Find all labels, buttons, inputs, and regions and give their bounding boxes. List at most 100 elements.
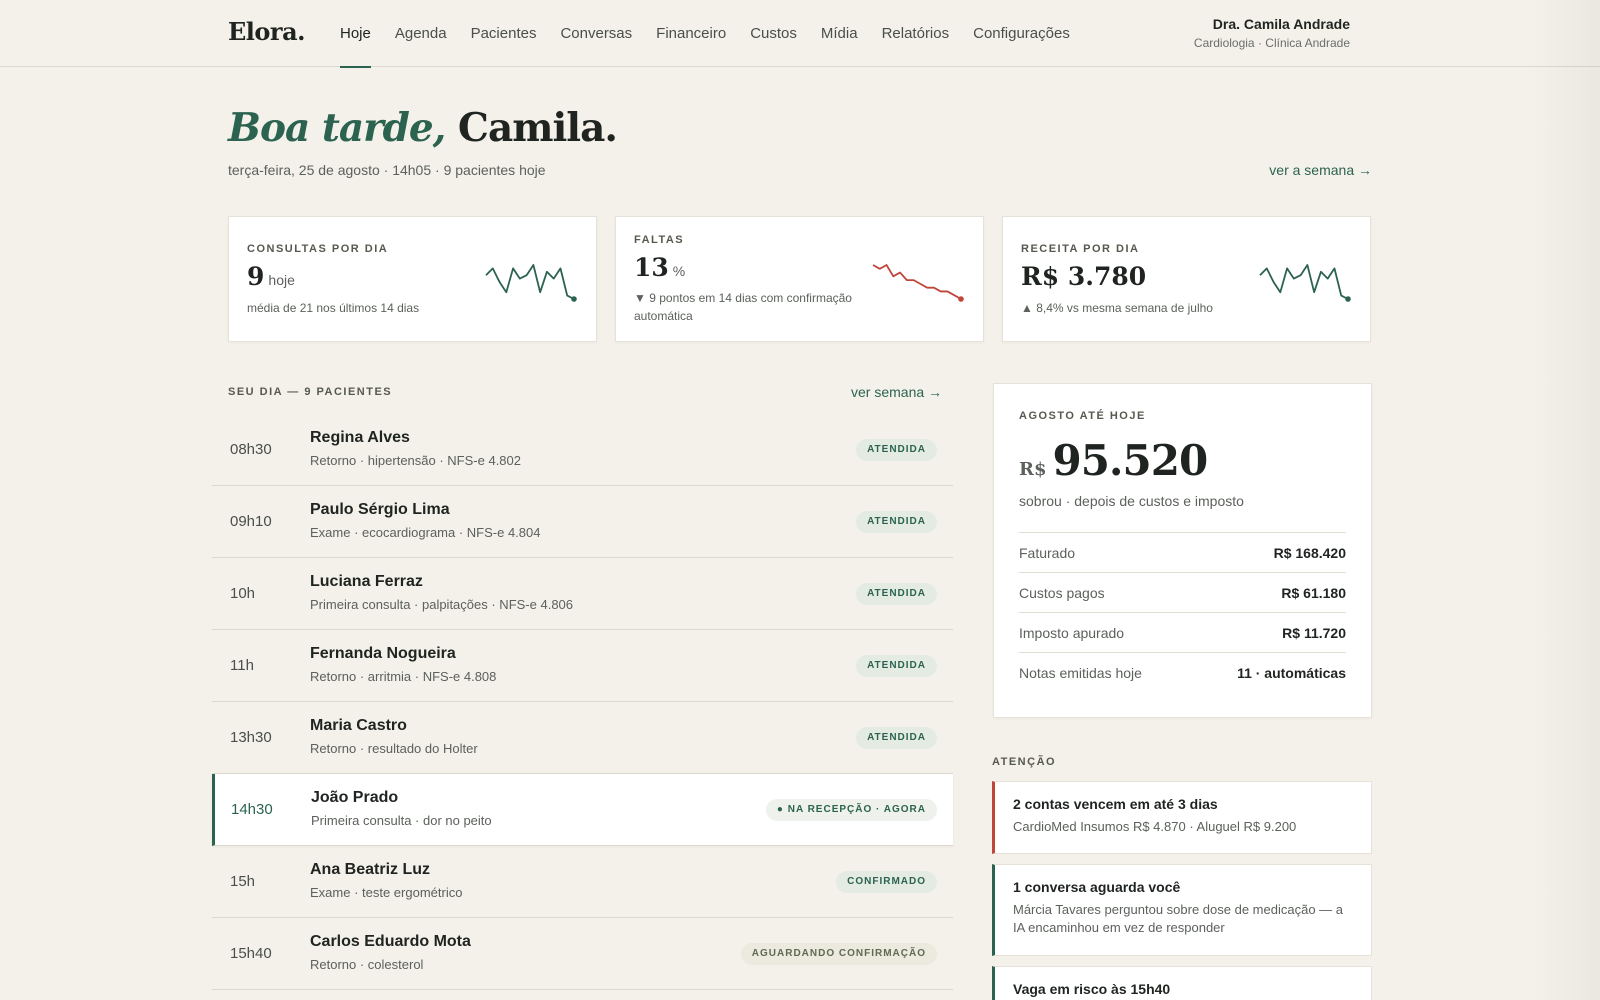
- nav-item-midia[interactable]: Mídia: [809, 0, 870, 67]
- summary-row-label: Custos pagos: [1019, 584, 1105, 601]
- summary-row-value: R$ 61.180: [1281, 584, 1346, 601]
- nav-item-configuracoes[interactable]: Configurações: [961, 0, 1082, 67]
- appointment-time: 13h30: [230, 729, 272, 746]
- summary-row-label: Notas emitidas hoje: [1019, 664, 1142, 681]
- sparkline-path: [485, 264, 575, 300]
- summary-amount: R$ 95.520: [1019, 436, 1208, 485]
- patient-name: Ana Beatriz Luz: [310, 861, 431, 878]
- top-navigation-bar: Elora. Hoje Agenda Pacientes Conversas F…: [0, 0, 1600, 68]
- summary-subtitle: sobrou · depois de custos e imposto: [1019, 493, 1244, 509]
- appointment-list: 08h30 Regina Alves Retorno · hipertensão…: [212, 414, 953, 990]
- summary-row-label: Faturado: [1019, 544, 1076, 561]
- date-subline: terça-feira, 25 de agosto · 14h05 · 9 pa…: [228, 162, 546, 178]
- appointment-description: Exame · ecocardiograma · NFS-e 4.804: [310, 525, 541, 540]
- appointment-time: 15h: [230, 873, 256, 890]
- status-badge: CONFIRMADO: [836, 871, 937, 893]
- appointment-description: Retorno · arritmia · NFS-e 4.808: [310, 669, 497, 684]
- alert-slot-at-risk[interactable]: Vaga em risco às 15h40: [992, 966, 1372, 1000]
- appointment-time: 11h: [230, 657, 254, 674]
- sparkline-path: [1259, 264, 1349, 300]
- view-week-link[interactable]: ver a semana →: [1269, 162, 1372, 178]
- greeting-heading: Boa tarde, Camila.: [228, 105, 618, 151]
- sparkline-end-dot: [571, 296, 577, 302]
- user-profile[interactable]: Dra. Camila Andrade Cardiologia · Clínic…: [1194, 16, 1350, 50]
- kpi-note: ▲ 8,4% vs mesma semana de julho: [1021, 301, 1213, 315]
- edge-shadow: [1530, 0, 1600, 1000]
- kpi-card-receita[interactable]: RECEITA POR DIA R$ 3.780 ▲ 8,4% vs mesma…: [1002, 216, 1371, 342]
- appointment-row[interactable]: 13h30 Maria Castro Retorno · resultado d…: [212, 702, 953, 774]
- main-nav: Hoje Agenda Pacientes Conversas Financei…: [328, 0, 1082, 68]
- monthly-summary-card: AGOSTO ATÉ HOJE R$ 95.520 sobrou · depois…: [993, 383, 1372, 718]
- nav-item-agenda[interactable]: Agenda: [383, 0, 459, 67]
- appointment-row[interactable]: 08h30 Regina Alves Retorno · hipertensão…: [212, 414, 953, 486]
- kpi-card-faltas[interactable]: FALTAS 13% ▼ 9 pontos em 14 dias com con…: [615, 216, 984, 342]
- kpi-label: RECEITA POR DIA: [1021, 243, 1140, 255]
- alert-title: 1 conversa aguarda você: [1013, 879, 1181, 895]
- summary-row: Custos pagos R$ 61.180: [1019, 572, 1346, 612]
- status-badge: AGUARDANDO CONFIRMAÇÃO: [740, 943, 937, 965]
- appointment-time: 15h40: [230, 945, 272, 962]
- user-subtitle: Cardiologia · Clínica Andrade: [1193, 36, 1350, 50]
- summary-row-value: R$ 168.420: [1273, 544, 1346, 561]
- kpi-unit: hoje: [268, 272, 295, 288]
- patient-name: Regina Alves: [310, 429, 410, 446]
- appointment-row[interactable]: 15h40 Carlos Eduardo Mota Retorno · cole…: [212, 918, 953, 990]
- status-badge: ATENDIDA: [856, 583, 937, 605]
- summary-row-label: Imposto apurado: [1019, 624, 1125, 641]
- kpi-value: 9 hoje: [247, 262, 295, 291]
- appointment-description: Primeira consulta · palpitações · NFS-e …: [310, 597, 574, 612]
- alert-text: CardioMed Insumos R$ 4.870 · Aluguel R$ …: [1013, 819, 1297, 834]
- alert-bills-due[interactable]: 2 contas vencem em até 3 dias CardioMed …: [992, 781, 1372, 854]
- appointment-time: 14h30: [231, 801, 273, 818]
- appointment-row[interactable]: 09h10 Paulo Sérgio Lima Exame · ecocardi…: [212, 486, 953, 558]
- app-logo[interactable]: Elora.: [228, 17, 305, 46]
- greeting-username: Camila.: [457, 105, 618, 151]
- sparkline-faltas: [872, 264, 964, 302]
- nav-item-financeiro[interactable]: Financeiro: [644, 0, 738, 67]
- summary-row: Faturado R$ 168.420: [1019, 532, 1346, 572]
- kpi-label: CONSULTAS POR DIA: [247, 243, 389, 255]
- summary-breakdown: Faturado R$ 168.420 Custos pagos R$ 61.1…: [1019, 532, 1346, 692]
- kpi-unit: %: [672, 263, 686, 279]
- nav-item-custos[interactable]: Custos: [738, 0, 809, 67]
- kpi-note: ▼ 9 pontos em 14 dias com confirmação au…: [634, 291, 852, 323]
- nav-item-conversas[interactable]: Conversas: [548, 0, 644, 67]
- view-week-link-secondary[interactable]: ver semana →: [851, 384, 942, 400]
- summary-row-value: 11 · automáticas: [1237, 664, 1346, 681]
- alert-title: Vaga em risco às 15h40: [1013, 981, 1171, 997]
- patient-name: Carlos Eduardo Mota: [310, 933, 471, 950]
- appointment-time: 10h: [230, 585, 256, 602]
- nav-item-pacientes[interactable]: Pacientes: [459, 0, 549, 67]
- patient-name: Fernanda Nogueira: [310, 645, 456, 662]
- patient-name: Maria Castro: [310, 717, 407, 734]
- appointment-row-current[interactable]: 14h30 João Prado Primeira consulta · dor…: [212, 774, 953, 846]
- appointment-description: Retorno · colesterol: [310, 957, 424, 972]
- day-section-heading: SEU DIA — 9 PACIENTES: [228, 386, 393, 398]
- summary-value: 95.520: [1052, 436, 1208, 485]
- appointment-time: 09h10: [230, 513, 272, 530]
- appointment-row[interactable]: 11h Fernanda Nogueira Retorno · arritmia…: [212, 630, 953, 702]
- sparkline-end-dot: [1345, 296, 1351, 302]
- kpi-card-consultas[interactable]: CONSULTAS POR DIA 9 hoje média de 21 nos …: [228, 216, 597, 342]
- summary-currency: R$: [1019, 459, 1047, 480]
- sparkline-path: [872, 264, 962, 300]
- kpi-value: R$ 3.780: [1021, 262, 1147, 291]
- sparkline-receita: [1259, 264, 1351, 302]
- summary-row: Notas emitidas hoje 11 · automáticas: [1019, 652, 1346, 692]
- nav-item-relatorios[interactable]: Relatórios: [870, 0, 962, 67]
- alert-text: Márcia Tavares perguntou sobre dose de m…: [1013, 902, 1344, 935]
- status-badge: ATENDIDA: [856, 439, 937, 461]
- nav-item-hoje[interactable]: Hoje: [328, 0, 383, 68]
- status-badge: ATENDIDA: [856, 511, 937, 533]
- sparkline-consultas: [485, 264, 577, 302]
- alert-conversation-waiting[interactable]: 1 conversa aguarda você Márcia Tavares p…: [992, 864, 1372, 956]
- attention-heading: ATENÇÃO: [992, 756, 1057, 768]
- summary-label: AGOSTO ATÉ HOJE: [1019, 410, 1146, 422]
- patient-name: João Prado: [311, 789, 399, 806]
- appointment-row[interactable]: 10h Luciana Ferraz Primeira consulta · p…: [212, 558, 953, 630]
- greeting-salutation: Boa tarde,: [228, 105, 446, 151]
- appointment-description: Primeira consulta · dor no peito: [311, 813, 492, 828]
- patient-name: Luciana Ferraz: [310, 573, 423, 590]
- appointment-row[interactable]: 15h Ana Beatriz Luz Exame · teste ergomé…: [212, 846, 953, 918]
- sparkline-end-dot: [958, 296, 964, 302]
